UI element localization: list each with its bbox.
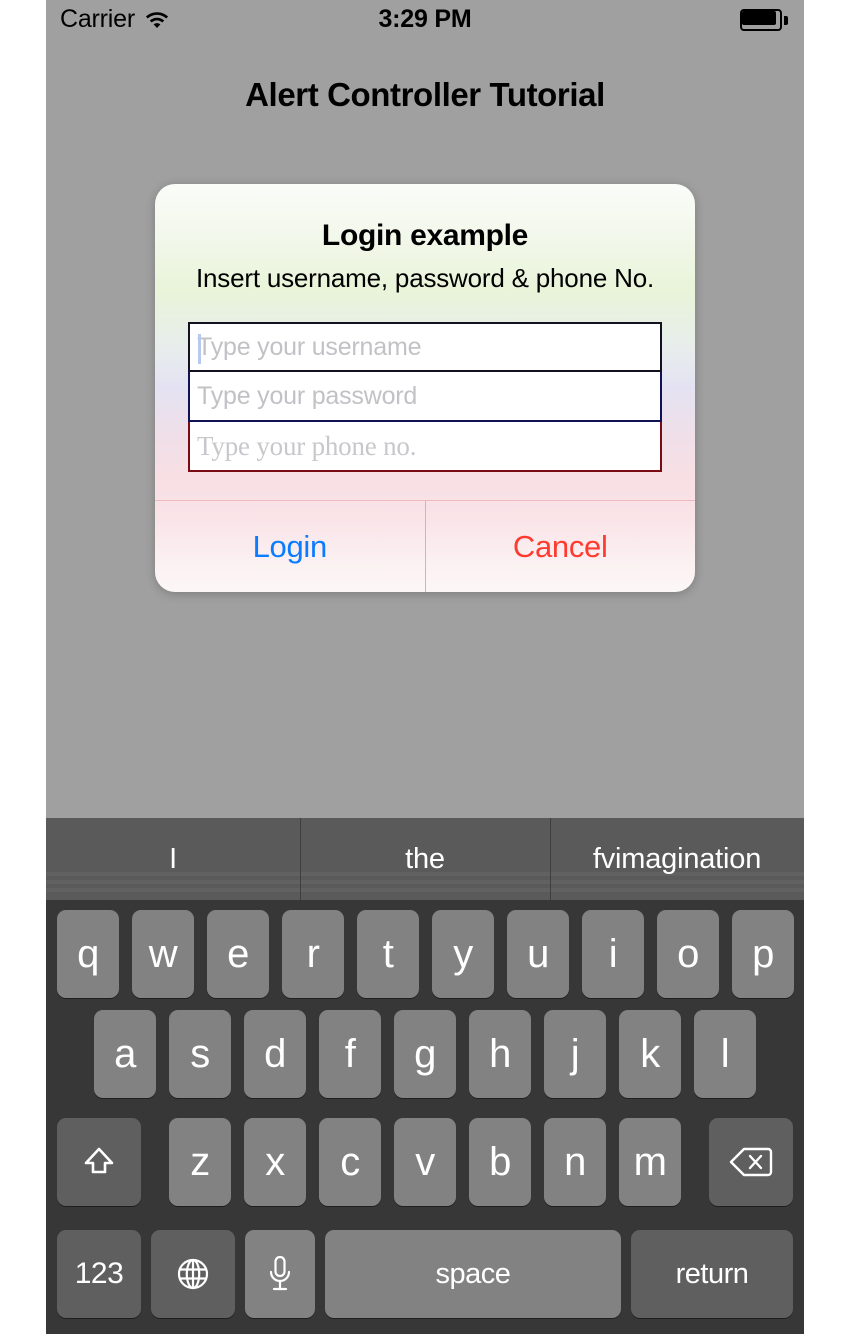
status-bar-clock: 3:29 PM	[378, 5, 472, 33]
key-p[interactable]: p	[732, 910, 794, 998]
page-title: Alert Controller Tutorial	[245, 76, 605, 113]
key-i[interactable]: i	[582, 910, 644, 998]
prediction-2[interactable]: fvimagination	[550, 818, 804, 900]
alert-title: Login example	[321, 219, 529, 252]
key-u[interactable]: u	[507, 910, 569, 998]
keyboard-row-1: q w e r t y u i o p	[46, 900, 804, 1008]
key-o[interactable]: o	[657, 910, 719, 998]
shift-key[interactable]	[57, 1118, 141, 1206]
username-field[interactable]: Type your username	[188, 322, 662, 372]
key-e[interactable]: e	[207, 910, 269, 998]
shift-arrow-icon	[79, 1142, 119, 1182]
key-h[interactable]: h	[469, 1010, 531, 1098]
delete-key[interactable]	[709, 1118, 793, 1206]
delete-backspace-icon	[728, 1145, 774, 1179]
alert-header: Login example Insert username, password …	[155, 184, 695, 294]
key-k[interactable]: k	[619, 1010, 681, 1098]
key-m[interactable]: m	[619, 1118, 681, 1206]
key-j[interactable]: j	[544, 1010, 606, 1098]
globe-key[interactable]	[151, 1230, 235, 1318]
text-caret	[198, 334, 201, 364]
phone-field-placeholder: Type your phone no.	[197, 430, 417, 461]
key-x[interactable]: x	[244, 1118, 306, 1206]
prediction-divider	[550, 818, 551, 900]
dictation-key[interactable]	[245, 1230, 315, 1318]
predictive-suggestion-bar: I the fvimagination	[46, 818, 804, 900]
key-z[interactable]: z	[169, 1118, 231, 1206]
return-key[interactable]: return	[631, 1230, 793, 1318]
alert-dialog: Login example Insert username, password …	[155, 184, 695, 592]
key-q[interactable]: q	[57, 910, 119, 998]
username-field-placeholder: Type your username	[197, 332, 422, 361]
device-screen: Carrier 3:29 PM Alert Controller Tutoria…	[46, 0, 804, 1334]
prediction-0[interactable]: I	[46, 818, 300, 900]
prediction-1[interactable]: the	[300, 818, 550, 900]
battery-full-icon	[740, 9, 788, 31]
alert-actions: Login Cancel	[155, 501, 695, 592]
status-bar: Carrier 3:29 PM	[46, 0, 804, 40]
key-r[interactable]: r	[282, 910, 344, 998]
alert-text-fields: Type your username Type your password Ty…	[188, 322, 662, 472]
key-b[interactable]: b	[469, 1118, 531, 1206]
key-n[interactable]: n	[544, 1118, 606, 1206]
alert-separator	[155, 500, 695, 501]
key-t[interactable]: t	[357, 910, 419, 998]
microphone-icon	[265, 1252, 295, 1296]
password-field[interactable]: Type your password	[188, 372, 662, 422]
phone-field[interactable]: Type your phone no.	[188, 422, 662, 472]
login-button[interactable]: Login	[155, 501, 425, 592]
key-a[interactable]: a	[94, 1010, 156, 1098]
space-key[interactable]: space	[325, 1230, 621, 1318]
globe-icon	[172, 1253, 214, 1295]
key-d[interactable]: d	[244, 1010, 306, 1098]
key-c[interactable]: c	[319, 1118, 381, 1206]
cancel-button[interactable]: Cancel	[424, 501, 696, 592]
key-s[interactable]: s	[169, 1010, 231, 1098]
key-v[interactable]: v	[394, 1118, 456, 1206]
numbers-key[interactable]: 123	[57, 1230, 141, 1318]
keyboard-row-4: 123 space return	[46, 1224, 804, 1332]
onscreen-keyboard: I the fvimagination q w e r t y u i o p …	[46, 818, 804, 1334]
key-f[interactable]: f	[319, 1010, 381, 1098]
prediction-divider	[300, 818, 301, 900]
key-w[interactable]: w	[132, 910, 194, 998]
keyboard-row-3: z x c v b n m	[46, 1116, 804, 1224]
key-l[interactable]: l	[694, 1010, 756, 1098]
keyboard-row-2: a s d f g h j k l	[46, 1008, 804, 1116]
alert-message: Insert username, password & phone No.	[196, 263, 654, 293]
key-g[interactable]: g	[394, 1010, 456, 1098]
password-field-placeholder: Type your password	[197, 381, 418, 410]
key-y[interactable]: y	[432, 910, 494, 998]
